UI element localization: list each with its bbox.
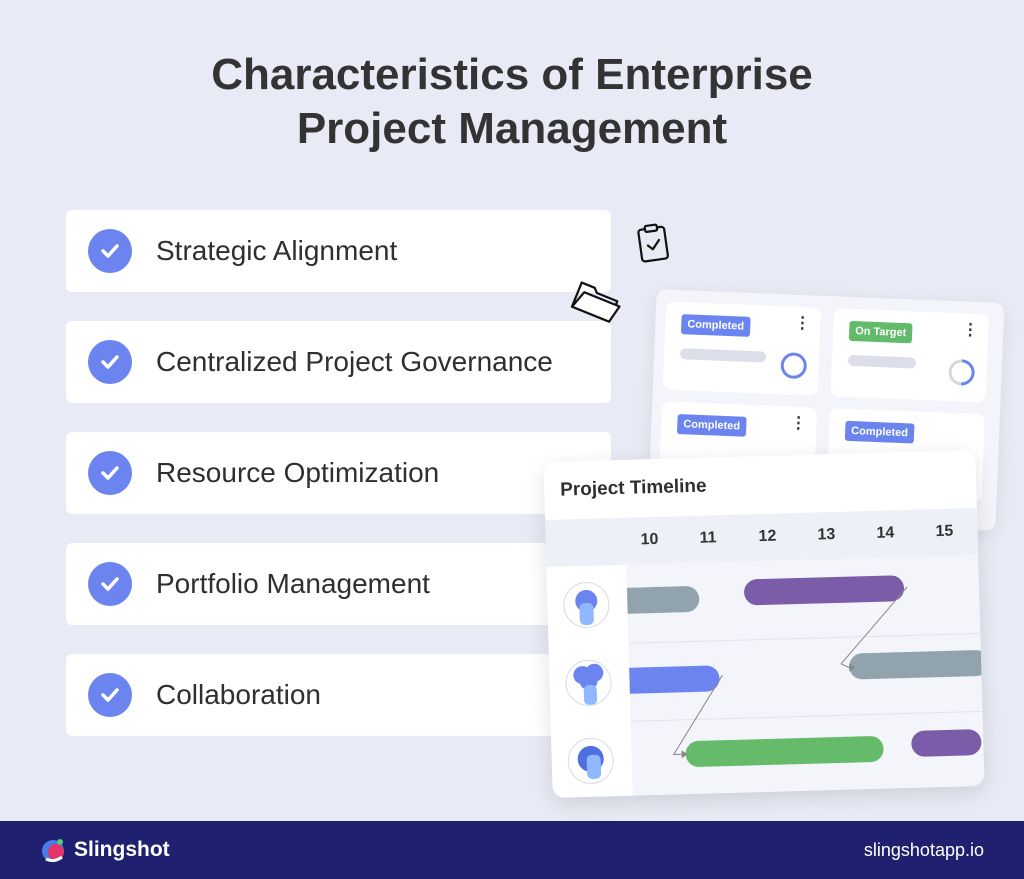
dependency-arrows [672, 586, 908, 759]
characteristic-card: Resource Optimization [66, 432, 611, 514]
progress-ring [943, 354, 980, 391]
characteristic-label: Portfolio Management [156, 568, 430, 599]
characteristic-card: Collaboration [66, 654, 611, 736]
more-menu-icon[interactable]: ⋮ [794, 315, 811, 333]
project-timeline: Project Timeline 10 11 12 13 14 15 [543, 450, 985, 798]
status-badge: On Target [848, 320, 913, 344]
status-badge: Completed [844, 420, 915, 444]
check-circle-icon [88, 673, 132, 717]
status-tile[interactable]: Completed ⋮ [662, 301, 822, 396]
check-circle-icon [88, 340, 132, 384]
check-circle-icon [88, 562, 132, 606]
placeholder-bar [847, 354, 917, 369]
slingshot-logo-icon [42, 839, 64, 863]
check-circle-icon [88, 229, 132, 273]
progress-ring [780, 352, 808, 380]
characteristic-label: Centralized Project Governance [156, 346, 553, 377]
characteristic-card: Centralized Project Governance [66, 321, 611, 403]
characteristic-label: Strategic Alignment [156, 235, 398, 266]
placeholder-bar [679, 348, 767, 363]
footer: Slingshot slingshotapp.io [0, 821, 1024, 879]
brand-name: Slingshot [74, 838, 170, 861]
page-title: Characteristics of Enterprise Project Ma… [211, 50, 813, 153]
status-badge: Completed [680, 314, 751, 337]
characteristic-label: Resource Optimization [156, 457, 440, 488]
status-tile[interactable]: On Target ⋮ [830, 308, 989, 403]
check-circle-icon [88, 451, 132, 495]
characteristic-card: Strategic Alignment [66, 210, 611, 292]
folder-icon [570, 281, 621, 323]
more-menu-icon[interactable]: ⋮ [962, 321, 979, 339]
clipboard-check-icon [637, 223, 669, 263]
website-link[interactable]: slingshotapp.io [864, 840, 984, 861]
characteristic-label: Collaboration [156, 679, 321, 710]
status-badge: Completed [676, 414, 747, 437]
more-menu-icon[interactable]: ⋮ [790, 415, 807, 433]
slingshot-logo[interactable]: Slingshot [40, 837, 170, 863]
characteristic-card: Portfolio Management [66, 543, 611, 625]
